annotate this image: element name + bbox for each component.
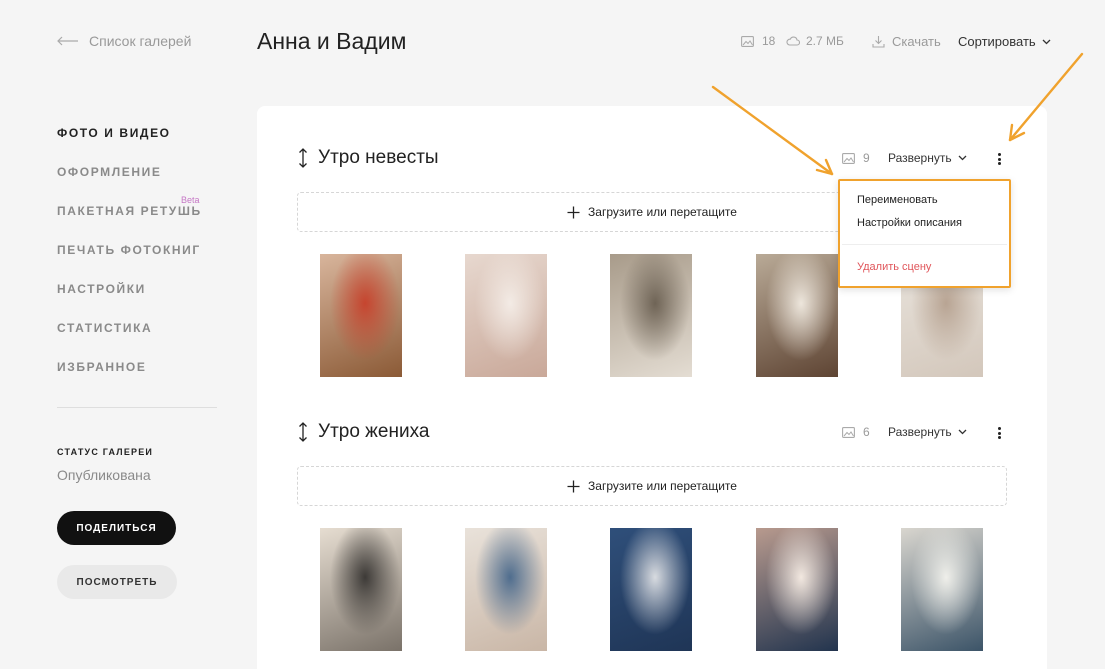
suit-buttons-photo[interactable] (756, 528, 838, 651)
image-icon (741, 35, 754, 47)
download-icon (872, 36, 885, 48)
gallery-photo-count: 18 (741, 34, 775, 48)
bride-portrait-window-photo[interactable] (610, 254, 692, 377)
scene-context-menu: Переименовать Настройки описания Удалить… (838, 179, 1011, 288)
download-button[interactable]: Скачать (872, 34, 941, 49)
gallery-status-label: СТАТУС ГАЛЕРЕИ (57, 447, 154, 457)
view-button[interactable]: ПОСМОТРЕТЬ (57, 565, 177, 599)
menu-item-delete-scene[interactable]: Удалить сцену (857, 261, 931, 273)
gallery-storage-size: 2.7 МБ (786, 34, 844, 48)
sidebar-item-batch-retouch[interactable]: ПАКЕТНАЯ РЕТУШЬ Beta (57, 195, 202, 243)
drag-handle-icon[interactable] (297, 422, 309, 442)
blue-suit-tie-photo[interactable] (610, 528, 692, 651)
scene-more-menu-button[interactable] (995, 152, 1003, 166)
scene-header: Утро жениха (297, 421, 429, 443)
beta-badge: Beta (181, 195, 200, 205)
menu-item-description-settings[interactable]: Настройки описания (857, 217, 962, 229)
sidebar-item-photobook-print[interactable]: ПЕЧАТЬ ФОТОКНИГ (57, 243, 202, 282)
gallery-editor-page: Список галерей Анна и Вадим 18 2.7 МБ Ск… (0, 0, 1105, 669)
share-button[interactable]: ПОДЕЛИТЬСЯ (57, 511, 176, 545)
chevron-down-icon (958, 429, 967, 435)
gallery-status-value: Опубликована (57, 467, 151, 483)
arrow-left-icon (57, 36, 78, 46)
cloud-icon (786, 36, 800, 46)
scene-more-menu-button[interactable] (995, 426, 1003, 440)
drag-handle-icon[interactable] (297, 148, 309, 168)
chevron-down-icon (958, 155, 967, 161)
chevron-down-icon (1042, 39, 1051, 44)
scene-photo-count: 9 (842, 151, 870, 165)
sidebar-item-favorites[interactable]: ИЗБРАННОЕ (57, 360, 202, 399)
sidebar-item-statistics[interactable]: СТАТИСТИКА (57, 321, 202, 360)
scene-title[interactable]: Утро невесты (318, 147, 439, 169)
image-icon (842, 152, 855, 164)
expand-scene-button[interactable]: Развернуть (888, 425, 967, 439)
sidebar-item-photo-video[interactable]: ФОТО И ВИДЕО (57, 126, 202, 165)
groom-mirror-photo[interactable] (901, 528, 983, 651)
back-link-label: Список галерей (89, 33, 192, 49)
sort-dropdown[interactable]: Сортировать (958, 34, 1051, 49)
sidebar-item-settings[interactable]: НАСТРОЙКИ (57, 282, 202, 321)
gallery-title: Анна и Вадим (257, 28, 407, 54)
sidebar-nav: ФОТО И ВИДЕО ОФОРМЛЕНИЕ ПАКЕТНАЯ РЕТУШЬ B… (57, 126, 202, 399)
back-to-galleries-link[interactable]: Список галерей (57, 33, 191, 49)
scene-title[interactable]: Утро жениха (318, 421, 429, 443)
expand-scene-button[interactable]: Развернуть (888, 151, 967, 165)
bride-profile-photo[interactable] (756, 254, 838, 377)
hands-cufflink-photo[interactable] (465, 528, 547, 651)
sidebar-divider (57, 407, 217, 408)
upload-dropzone[interactable]: Загрузите или перетащите (297, 466, 1007, 506)
menu-item-rename[interactable]: Переименовать (857, 194, 938, 206)
plus-icon (567, 206, 580, 218)
menu-divider (842, 244, 1007, 245)
mirror-shoes-photo[interactable] (320, 254, 402, 377)
scene-header: Утро невесты (297, 147, 439, 169)
groom-vest-photo[interactable] (320, 528, 402, 651)
image-icon (842, 426, 855, 438)
scene-photo-count: 6 (842, 425, 870, 439)
lace-dress-back-photo[interactable] (465, 254, 547, 377)
plus-icon (567, 480, 580, 492)
